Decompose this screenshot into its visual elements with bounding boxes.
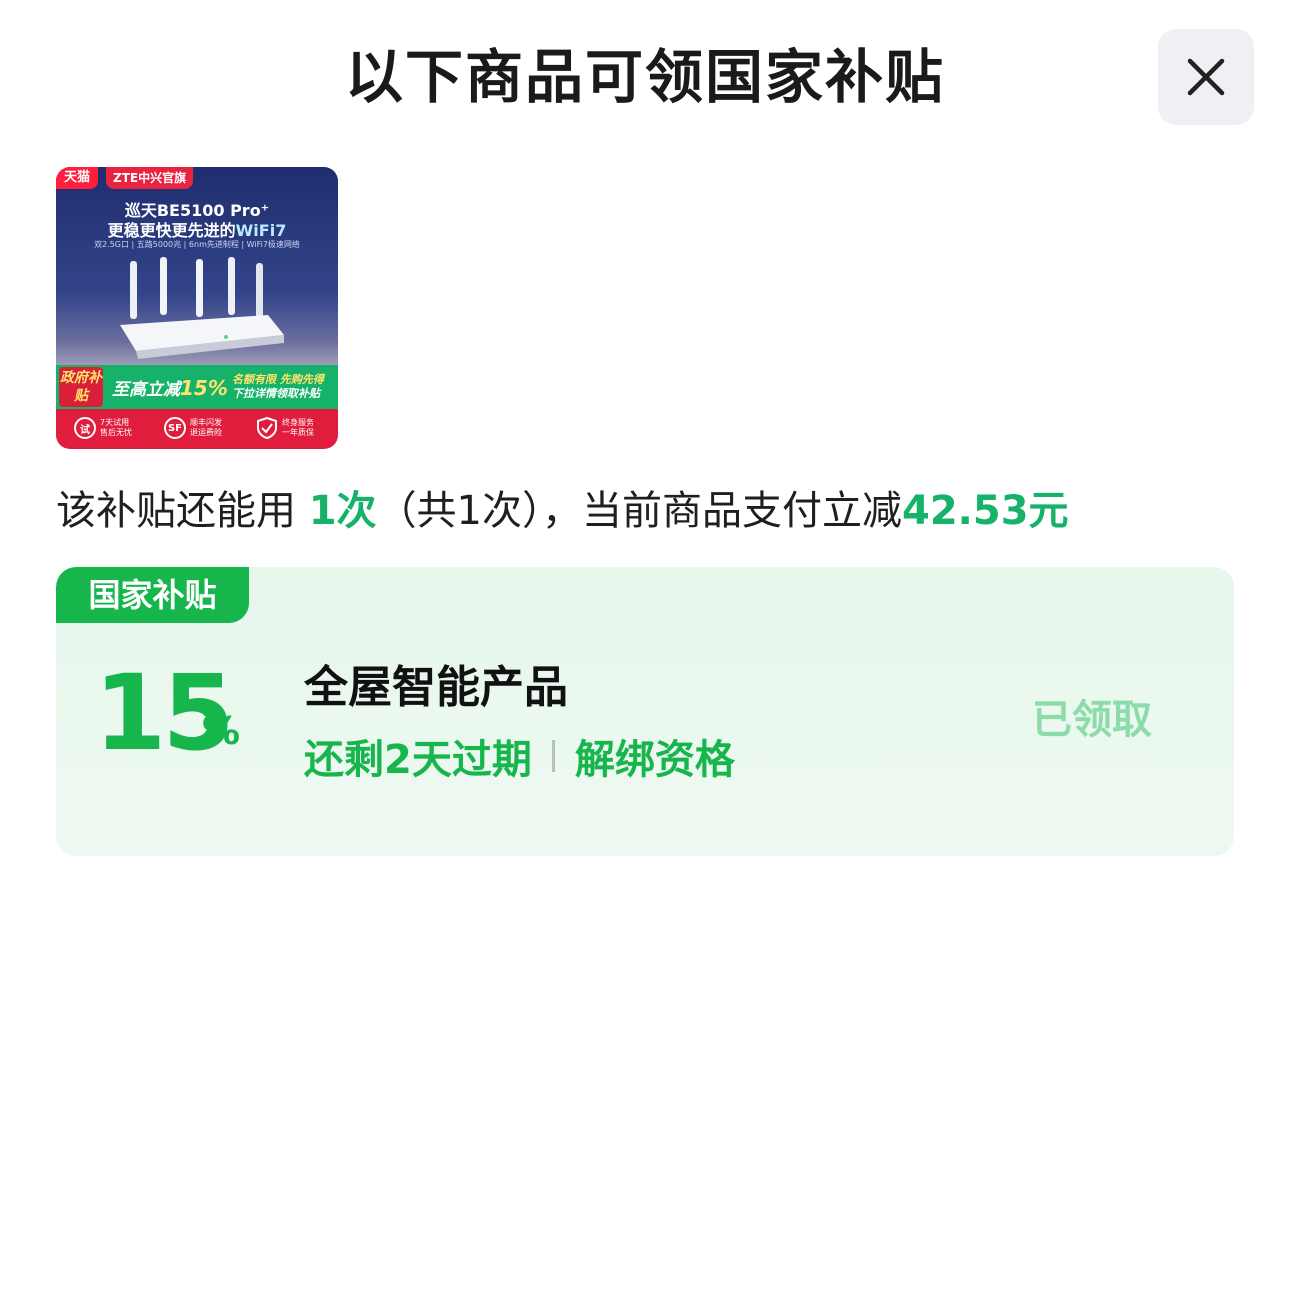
promo-band-note-2: 下拉详情领取补贴 <box>232 387 320 400</box>
service-item-shipping: SF 顺丰闪发 退运费险 <box>164 417 222 439</box>
close-button[interactable] <box>1158 29 1254 125</box>
router-illustration <box>120 257 284 359</box>
sf-express-icon: SF <box>164 417 186 439</box>
service-2-text-a: 顺丰闪发 <box>190 418 222 427</box>
product-headline-2: 更稳更快更先进的WiFi7 <box>56 217 338 241</box>
service-1-text-a: 7天试用 <box>100 418 130 427</box>
claimed-status: 已领取 <box>1032 697 1152 743</box>
product-image[interactable]: 天猫 ZTE中兴官旗 巡天BE5100 Pro⁺ 更稳更快更先进的WiFi7 双… <box>56 167 338 449</box>
promo-band-pct: 15% <box>180 376 228 400</box>
service-3-text-a: 终身服务 <box>282 418 314 427</box>
product-spec-line: 双2.5G口 | 五路5000兆 | 6nm先进制程 | WiFi7极速网络 <box>94 240 300 249</box>
service-item-warranty: 终身服务 一年质保 <box>256 417 314 439</box>
gov-subsidy-label: 政府补贴 <box>59 367 103 407</box>
subsidy-percent-sign: % <box>202 709 241 753</box>
service-3-text-b: 一年质保 <box>282 428 314 437</box>
info-times: 1次 <box>308 488 377 534</box>
divider <box>551 740 555 772</box>
trial-icon: 试 <box>74 417 96 439</box>
subsidy-meta: 还剩2天过期 解绑资格 <box>304 727 735 785</box>
expire-text: 还剩2天过期 <box>304 737 532 783</box>
product-headline-2b: WiFi7 <box>235 221 287 240</box>
unbind-link[interactable]: 解绑资格 <box>575 727 735 785</box>
shield-check-icon <box>257 417 277 439</box>
service-1-text-b: 售后无忧 <box>100 428 132 437</box>
subsidy-category: 全屋智能产品 <box>304 662 568 713</box>
tmall-badge: 天猫 <box>56 167 99 189</box>
page-title: 以下商品可领国家补贴 <box>344 43 945 111</box>
service-2-text-b: 退运费险 <box>190 428 222 437</box>
subsidy-tag: 国家补贴 <box>56 567 249 623</box>
promo-band-main: 至高立减15% <box>112 375 228 400</box>
subsidy-sheet: 以下商品可领国家补贴 天猫 ZTE中兴官旗 巡天BE5100 Pro⁺ 更稳更快… <box>0 0 1290 1290</box>
info-amount: 42.53元 <box>902 488 1069 534</box>
subsidy-card: 国家补贴 15 % 全屋智能产品 还剩2天过期 解绑资格 已领取 <box>56 567 1234 856</box>
promo-band-prefix: 至高立减 <box>112 380 180 400</box>
subsidy-usage-info: 该补贴还能用 1次（共1次），当前商品支付立减42.53元 <box>56 478 1069 536</box>
close-icon <box>1187 58 1225 96</box>
product-headline-2a: 更稳更快更先进的 <box>107 221 236 240</box>
service-item-trial: 试 7天试用 售后无忧 <box>74 417 132 439</box>
info-prefix: 该补贴还能用 <box>56 488 309 534</box>
info-middle: （共1次），当前商品支付立减 <box>376 488 903 534</box>
store-badge: ZTE中兴官旗 <box>106 167 194 189</box>
